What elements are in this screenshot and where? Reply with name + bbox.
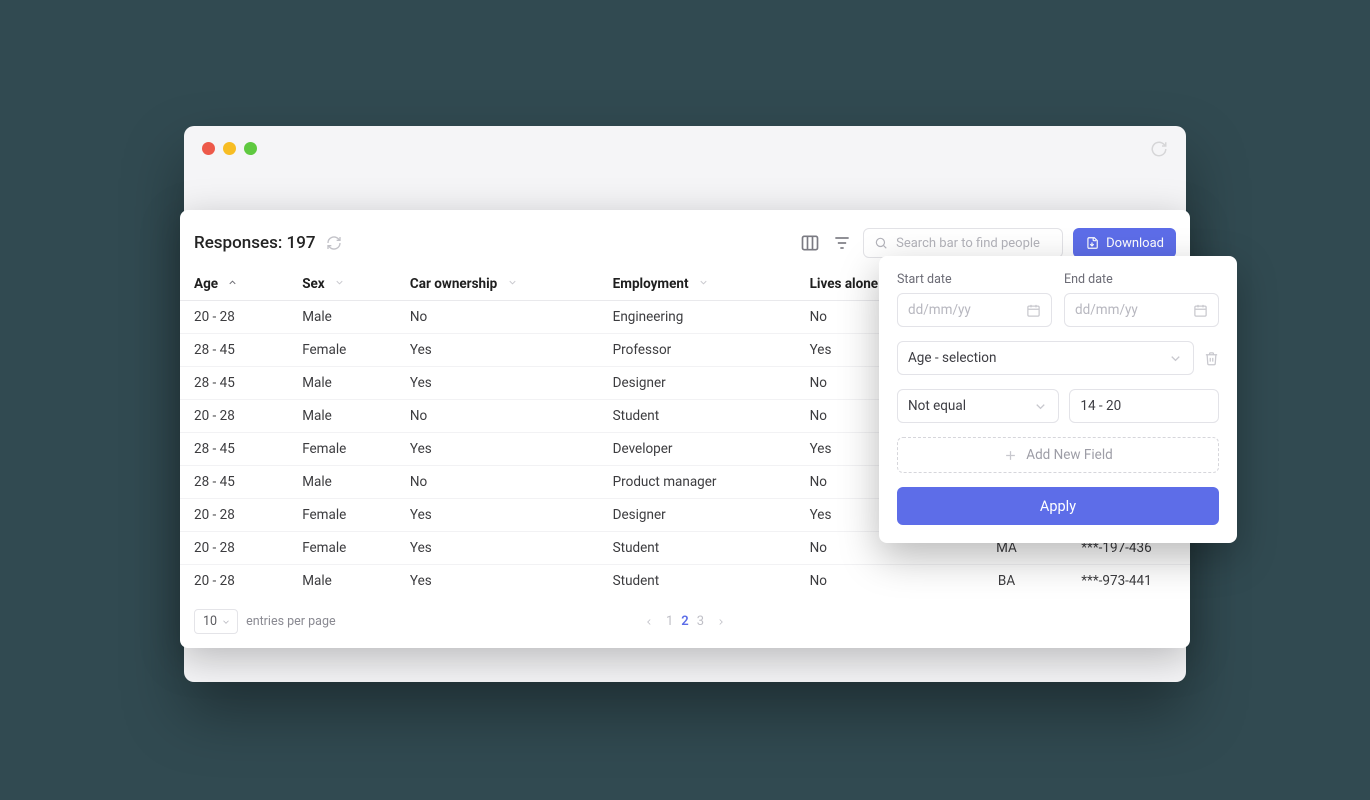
cell-car: Yes — [396, 367, 599, 400]
cell-car: Yes — [396, 334, 599, 367]
traffic-close-icon[interactable] — [202, 142, 215, 155]
filter-value-input[interactable]: 14 - 20 — [1069, 389, 1219, 423]
cell-emp: Student — [599, 400, 796, 433]
columns-icon[interactable] — [799, 232, 821, 254]
cell-age: 20 - 28 — [180, 532, 288, 565]
page-2[interactable]: 2 — [681, 614, 688, 629]
cell-sex: Male — [288, 466, 396, 499]
filter-icon[interactable] — [831, 232, 853, 254]
cell-sex: Female — [288, 499, 396, 532]
cell-emp: Student — [599, 565, 796, 598]
card-footer: 10 entries per page 123 — [180, 597, 1190, 634]
cell-sex: Female — [288, 433, 396, 466]
col-car[interactable]: Car ownership — [396, 268, 599, 301]
cell-age: 20 - 28 — [180, 565, 288, 598]
cell-degree: BA — [970, 565, 1043, 598]
page-3[interactable]: 3 — [697, 614, 704, 629]
filter-field-select[interactable]: Age - selection — [897, 341, 1194, 375]
end-date-input[interactable]: dd/mm/yy — [1064, 293, 1219, 327]
cell-car: Yes — [396, 532, 599, 565]
cell-alone: No — [796, 565, 971, 598]
cell-car: Yes — [396, 499, 599, 532]
add-new-field-button[interactable]: Add New Field — [897, 437, 1219, 473]
page-1[interactable]: 1 — [666, 614, 673, 629]
cell-sex: Male — [288, 565, 396, 598]
search-input[interactable]: Search bar to find people — [863, 228, 1063, 258]
col-employment[interactable]: Employment — [599, 268, 796, 301]
page-next[interactable] — [716, 617, 726, 627]
cell-sex: Female — [288, 532, 396, 565]
cell-emp: Developer — [599, 433, 796, 466]
browser-titlebar — [184, 126, 1186, 171]
cell-emp: Designer — [599, 367, 796, 400]
start-date-placeholder: dd/mm/yy — [908, 302, 971, 318]
sort-asc-icon — [227, 276, 238, 292]
download-icon — [1085, 236, 1099, 250]
cell-car: No — [396, 301, 599, 334]
filter-operator-select[interactable]: Not equal — [897, 389, 1059, 423]
col-sex[interactable]: Sex — [288, 268, 396, 301]
plus-icon — [1003, 448, 1018, 463]
page-prev[interactable] — [644, 617, 654, 627]
chevron-down-icon — [221, 617, 231, 627]
cell-age: 28 - 45 — [180, 334, 288, 367]
chevron-down-icon — [334, 276, 345, 292]
cell-age: 20 - 28 — [180, 499, 288, 532]
cell-age: 28 - 45 — [180, 466, 288, 499]
chevron-down-icon — [698, 276, 709, 292]
cell-car: Yes — [396, 433, 599, 466]
download-button[interactable]: Download — [1073, 228, 1176, 258]
cell-sex: Male — [288, 301, 396, 334]
table-row[interactable]: 20 - 28MaleYesStudentNoBA***-973-441 — [180, 565, 1190, 598]
start-date-input[interactable]: dd/mm/yy — [897, 293, 1052, 327]
delete-filter-icon[interactable] — [1204, 351, 1219, 366]
chevron-down-icon — [507, 276, 518, 292]
title-prefix: Responses: — [194, 233, 282, 253]
end-date-label: End date — [1064, 272, 1219, 287]
traffic-minimize-icon[interactable] — [223, 142, 236, 155]
col-age[interactable]: Age — [180, 268, 288, 301]
cell-car: No — [396, 466, 599, 499]
cell-age: 28 - 45 — [180, 367, 288, 400]
cell-age: 20 - 28 — [180, 301, 288, 334]
page-size-select[interactable]: 10 — [194, 609, 238, 634]
cell-car: Yes — [396, 565, 599, 598]
search-icon — [874, 236, 888, 250]
end-date-placeholder: dd/mm/yy — [1075, 302, 1138, 318]
cell-emp: Product manager — [599, 466, 796, 499]
cell-sex: Male — [288, 400, 396, 433]
cell-sex: Male — [288, 367, 396, 400]
cell-age: 28 - 45 — [180, 433, 288, 466]
cell-emp: Professor — [599, 334, 796, 367]
refresh-icon[interactable] — [326, 235, 342, 251]
cell-phone: ***-973-441 — [1043, 565, 1190, 598]
start-date-label: Start date — [897, 272, 1052, 287]
pagination: 123 — [644, 614, 726, 629]
entries-per-page-label: entries per page — [246, 614, 336, 629]
calendar-icon — [1026, 303, 1041, 318]
download-label: Download — [1106, 236, 1164, 251]
cell-emp: Student — [599, 532, 796, 565]
chevron-down-icon — [1168, 351, 1183, 366]
cell-emp: Designer — [599, 499, 796, 532]
responses-count: 197 — [287, 233, 316, 253]
cell-car: No — [396, 400, 599, 433]
search-placeholder: Search bar to find people — [896, 236, 1040, 251]
responses-title: Responses: 197 — [194, 233, 342, 253]
chevron-down-icon — [1033, 399, 1048, 414]
cell-sex: Female — [288, 334, 396, 367]
sync-icon — [1150, 140, 1168, 158]
cell-emp: Engineering — [599, 301, 796, 334]
calendar-icon — [1193, 303, 1208, 318]
filter-popover: Start date dd/mm/yy End date dd/mm/yy Ag… — [879, 256, 1237, 543]
cell-age: 20 - 28 — [180, 400, 288, 433]
traffic-zoom-icon[interactable] — [244, 142, 257, 155]
apply-button[interactable]: Apply — [897, 487, 1219, 525]
